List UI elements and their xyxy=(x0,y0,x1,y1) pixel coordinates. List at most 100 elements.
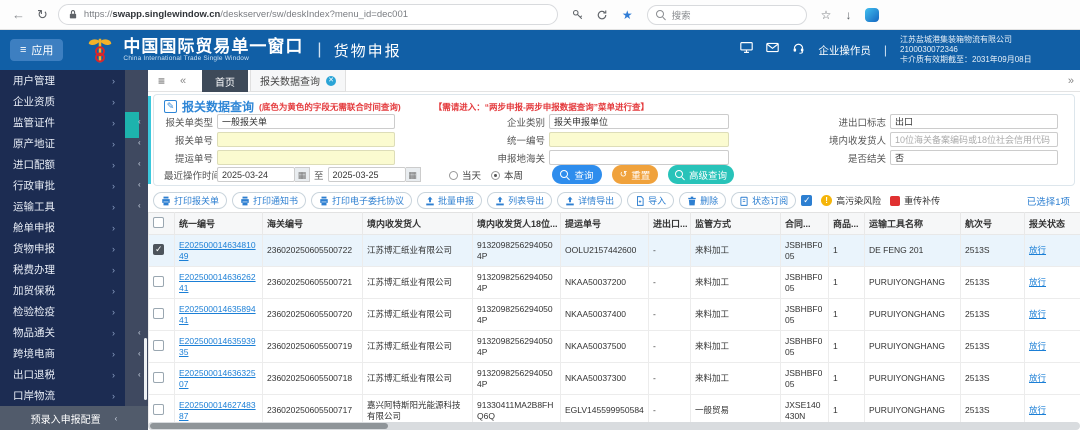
col-ie[interactable]: 进出口... xyxy=(648,212,691,235)
collapse-chevron-icon[interactable]: ‹ xyxy=(138,370,141,379)
browser-search-box[interactable]: 搜索 xyxy=(646,4,807,25)
tabs-scroll-right-icon[interactable]: » xyxy=(1068,75,1074,87)
browser-profile-icon[interactable] xyxy=(865,7,880,22)
collapse-chevron-icon[interactable]: ‹ xyxy=(138,349,141,358)
collapse-chevron-icon[interactable]: ‹ xyxy=(138,180,141,189)
delete-button[interactable]: 删除 xyxy=(679,192,727,209)
status-subscribe-button[interactable]: 状态订阅 xyxy=(731,192,797,209)
print-declaration-button[interactable]: 打印报关单 xyxy=(153,192,228,209)
horizontal-scrollbar[interactable] xyxy=(148,422,1080,430)
tab-home[interactable]: 首页 xyxy=(202,70,248,92)
decl-type-input[interactable] xyxy=(217,114,395,129)
row-checkbox[interactable] xyxy=(153,339,164,351)
print-notice-button[interactable]: 打印通知书 xyxy=(232,192,307,209)
unified-no-link[interactable]: E20250001463593935 xyxy=(179,336,256,357)
col-consignee[interactable]: 境内收发货人 xyxy=(362,212,473,235)
scrollbar-thumb[interactable] xyxy=(150,423,388,429)
reset-button[interactable]: ↺ 重置 xyxy=(612,165,658,184)
mail-icon[interactable] xyxy=(766,41,780,59)
col-voyage[interactable]: 航次号 xyxy=(960,212,1025,235)
legend-checkbox[interactable] xyxy=(801,195,813,206)
browser-refresh-icon[interactable]: ↻ xyxy=(37,7,48,23)
tab-customs-data-query[interactable]: 报关数据查询 ✕ xyxy=(250,70,346,92)
sidebar-item-prerecord-config[interactable]: 预录入申报配置 ‹ xyxy=(0,406,148,430)
favorites-icon[interactable]: ☆ xyxy=(821,8,832,22)
col-status[interactable]: 报关状态 xyxy=(1024,212,1080,235)
col-vessel[interactable]: 运输工具名称 xyxy=(864,212,961,235)
col-customs-no[interactable]: 海关编号 xyxy=(262,212,363,235)
consignee-input[interactable] xyxy=(890,132,1058,147)
collapse-chevron-icon[interactable]: ‹ xyxy=(138,328,141,337)
detail-export-button[interactable]: 详情导出 xyxy=(557,192,623,209)
decl-no-input[interactable] xyxy=(217,132,395,147)
unified-no-link[interactable]: E20250001462748387 xyxy=(179,400,256,421)
unified-no-link[interactable]: E20250001463589441 xyxy=(179,304,256,325)
collections-refresh-icon[interactable] xyxy=(596,9,608,21)
sidebar-item-inspection[interactable]: 检验检疫 › xyxy=(0,301,125,322)
calendar-icon[interactable]: ▦ xyxy=(405,167,421,182)
tab-menu-icon[interactable]: ≡ xyxy=(158,74,165,88)
col-supervision[interactable]: 监管方式 xyxy=(690,212,781,235)
ie-flag-input[interactable] xyxy=(890,114,1058,129)
collapse-chevron-icon[interactable]: ‹ xyxy=(138,159,141,168)
sidebar-item-manifest[interactable]: 舱单申报 › xyxy=(0,217,125,238)
col-bl-no[interactable]: 提运单号 xyxy=(560,212,649,235)
sidebar-item-approval[interactable]: 行政审批 › xyxy=(0,175,125,196)
status-link[interactable]: 放行 xyxy=(1029,277,1046,287)
calendar-icon[interactable]: ▦ xyxy=(295,167,310,182)
user-role[interactable]: 企业操作员 xyxy=(818,43,871,58)
sidebar-item-enterprise[interactable]: 企业资质 › xyxy=(0,91,125,112)
collapse-chevron-icon[interactable]: ‹ xyxy=(138,201,141,210)
key-icon[interactable] xyxy=(572,9,584,21)
date-to-input[interactable] xyxy=(327,167,406,182)
headset-icon[interactable] xyxy=(792,41,805,59)
select-all-checkbox[interactable] xyxy=(153,217,164,228)
status-link[interactable]: 放行 xyxy=(1029,405,1046,415)
address-bar[interactable]: https://swapp.singlewindow.cn/deskserver… xyxy=(57,4,558,25)
download-icon[interactable]: ↓ xyxy=(845,8,851,22)
col-contract[interactable]: 合同... xyxy=(780,212,829,235)
apps-menu-button[interactable]: ≡ 应用 xyxy=(10,39,64,61)
row-checkbox[interactable] xyxy=(153,307,164,319)
sidebar-item-bonded[interactable]: 加贸保税 › xyxy=(0,280,125,301)
unified-no-link[interactable]: E20250001463632507 xyxy=(179,368,256,389)
sidebar-item-articles[interactable]: 物品通关 › xyxy=(0,322,125,343)
print-agreement-button[interactable]: 打印电子委托协议 xyxy=(311,192,413,209)
sidebar-item-licenses[interactable]: 监管证件 › xyxy=(0,112,125,133)
unified-no-link[interactable]: E20250001463481049 xyxy=(179,240,256,261)
collapse-chevron-icon[interactable]: ‹ xyxy=(138,138,141,147)
sidebar-item-origin[interactable]: 原产地证 › xyxy=(0,133,125,154)
sidebar-item-tax-rebate[interactable]: 出口退税 › xyxy=(0,364,125,385)
date-from-input[interactable] xyxy=(217,167,295,182)
browser-back-icon[interactable]: ← xyxy=(12,7,25,22)
bl-no-input[interactable] xyxy=(217,150,395,165)
search-button[interactable]: 查询 xyxy=(552,165,602,184)
col-commodity[interactable]: 商品... xyxy=(828,212,865,235)
row-checkbox[interactable] xyxy=(153,243,164,255)
list-export-button[interactable]: 列表导出 xyxy=(487,192,553,209)
closed-flag-input[interactable] xyxy=(890,150,1058,165)
sidebar-item-tax[interactable]: 税费办理 › xyxy=(0,259,125,280)
import-button[interactable]: 导入 xyxy=(627,192,675,209)
customs-input[interactable] xyxy=(549,150,729,165)
radio-this-week[interactable] xyxy=(491,170,501,180)
sidebar-item-cargo-declaration[interactable]: 货物申报 › xyxy=(0,238,125,259)
batch-declare-button[interactable]: 批量申报 xyxy=(417,192,483,209)
sidebar-item-quota[interactable]: 进口配额 › xyxy=(0,154,125,175)
advanced-search-button[interactable]: 高级查询 xyxy=(668,165,734,184)
status-link[interactable]: 放行 xyxy=(1029,309,1046,319)
col-consignee-18[interactable]: 境内收发货人18位... xyxy=(472,212,561,235)
tabs-scroll-left-icon[interactable]: « xyxy=(180,75,186,87)
row-checkbox[interactable] xyxy=(153,403,164,415)
unified-no-input[interactable] xyxy=(549,132,729,147)
status-link[interactable]: 放行 xyxy=(1029,373,1046,383)
col-unified-no[interactable]: 统一编号 xyxy=(174,212,263,235)
unified-no-link[interactable]: E20250001463626241 xyxy=(179,272,256,293)
sidebar-item-users[interactable]: 用户管理 › xyxy=(0,70,125,91)
row-checkbox[interactable] xyxy=(153,371,164,383)
sidebar-item-crossborder[interactable]: 跨境电商 › xyxy=(0,343,125,364)
monitor-icon[interactable] xyxy=(740,41,754,59)
status-link[interactable]: 放行 xyxy=(1029,245,1046,255)
tab-close-icon[interactable]: ✕ xyxy=(326,75,336,86)
enterprise-type-input[interactable] xyxy=(549,114,729,129)
